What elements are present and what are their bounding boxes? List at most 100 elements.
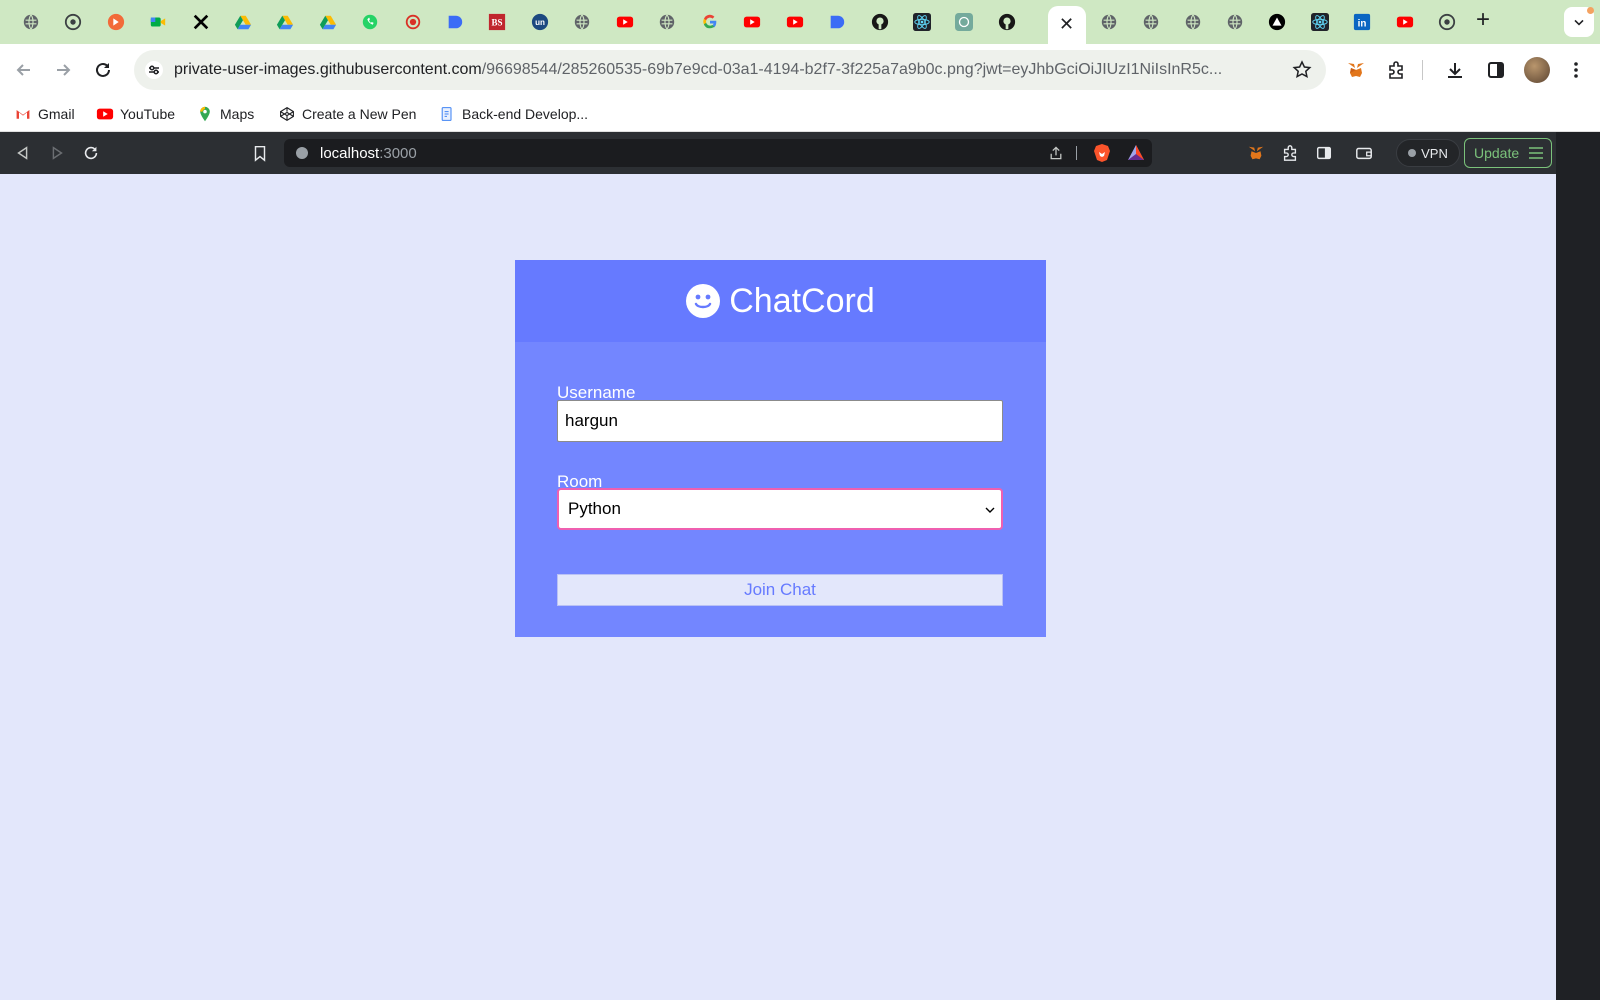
brave-rewards-icon[interactable] [1126, 143, 1146, 163]
react-icon[interactable] [1309, 11, 1331, 33]
share-icon[interactable] [1048, 145, 1064, 161]
window-edge [1556, 132, 1600, 1000]
forward-button[interactable] [51, 58, 75, 82]
vpn-button[interactable]: VPN [1396, 139, 1460, 167]
svg-text:in: in [1358, 19, 1367, 30]
linkedin-icon[interactable]: in [1351, 11, 1373, 33]
metamask-extension-icon[interactable] [1344, 58, 1368, 82]
gmail-icon [14, 105, 32, 123]
globe-icon[interactable] [1140, 11, 1162, 33]
wallet-icon[interactable] [1354, 143, 1374, 163]
side-panel-icon[interactable] [1484, 58, 1508, 82]
globe-icon[interactable] [1224, 11, 1246, 33]
sidebar-icon[interactable] [1314, 143, 1334, 163]
url-host: private-user-images.githubusercontent.co… [174, 61, 482, 78]
brave-shields-icon[interactable] [1092, 143, 1112, 163]
blue-app-icon[interactable] [444, 11, 466, 33]
svg-text:BS: BS [491, 18, 502, 28]
svg-text:un: un [535, 18, 545, 27]
inner-url-port: :3000 [379, 145, 417, 162]
bookmark-star-icon[interactable] [1292, 60, 1312, 80]
update-button[interactable]: Update [1464, 138, 1552, 168]
chrome-icon[interactable] [1436, 11, 1458, 33]
vpn-label: VPN [1421, 145, 1448, 161]
url-divider [1076, 146, 1077, 160]
x-icon[interactable] [190, 11, 212, 33]
reload-button[interactable] [81, 143, 101, 163]
bookmark-codepen[interactable]: Create a New Pen [278, 104, 416, 124]
bs-icon[interactable]: BS [486, 11, 508, 33]
inner-address-bar[interactable]: localhost:3000 [284, 139, 1152, 167]
menu-kebab-icon[interactable] [1564, 58, 1588, 82]
notification-dot [1587, 7, 1594, 14]
google-icon[interactable] [699, 11, 721, 33]
hamburger-menu-icon [1529, 147, 1543, 159]
chatgpt-icon[interactable] [953, 11, 975, 33]
drive-icon[interactable] [232, 11, 254, 33]
bookmark-backend[interactable]: Back-end Develop... [438, 104, 588, 124]
globe-icon[interactable] [20, 11, 42, 33]
reload-icon [84, 146, 98, 160]
update-label: Update [1474, 145, 1520, 161]
bookmark-button[interactable] [250, 143, 270, 163]
browser-toolbar: private-user-images.githubusercontent.co… [0, 44, 1600, 96]
smiley-icon [686, 284, 721, 318]
whatsapp-icon[interactable] [359, 11, 381, 33]
bookmark-youtube[interactable]: YouTube [96, 104, 175, 124]
drive-icon[interactable] [274, 11, 296, 33]
address-bar[interactable]: private-user-images.githubusercontent.co… [134, 50, 1326, 90]
drive-icon[interactable] [317, 11, 339, 33]
bookmark-maps[interactable]: Maps [196, 104, 254, 124]
username-input[interactable]: hargun [557, 400, 1003, 442]
bookmark-gmail[interactable]: Gmail [14, 104, 75, 124]
triangle-right-icon [52, 146, 63, 160]
react-icon[interactable] [911, 11, 933, 33]
new-tab-button[interactable]: + [1476, 8, 1490, 32]
record-icon[interactable] [402, 11, 424, 33]
triangle-left-icon [17, 146, 28, 160]
vercel-icon[interactable] [1266, 11, 1288, 33]
globe-icon[interactable] [571, 11, 593, 33]
active-tab[interactable]: ✕ [1048, 6, 1086, 44]
join-chat-button[interactable]: Join Chat [557, 574, 1003, 606]
downloads-icon[interactable] [1443, 58, 1467, 82]
reload-icon [96, 62, 110, 77]
url-text: private-user-images.githubusercontent.co… [174, 61, 1284, 79]
extensions-icon[interactable] [1280, 143, 1300, 163]
globe-icon[interactable] [1182, 11, 1204, 33]
join-card: ChatCord Username hargun Room Python Joi… [515, 260, 1046, 637]
inner-url-host: localhost [320, 145, 380, 162]
close-tab-icon[interactable]: ✕ [1059, 15, 1074, 33]
site-info-icon[interactable] [296, 147, 308, 159]
reload-button[interactable] [91, 58, 115, 82]
page-content: ChatCord Username hargun Room Python Joi… [0, 174, 1556, 1000]
profile-avatar[interactable] [1524, 57, 1550, 83]
forward-button[interactable] [47, 143, 67, 163]
bookmark-icon [254, 145, 266, 162]
back-button[interactable] [13, 143, 33, 163]
github-icon[interactable] [869, 11, 891, 33]
meet-icon[interactable] [147, 11, 169, 33]
room-select[interactable]: Python [557, 488, 1003, 530]
globe-icon[interactable] [1098, 11, 1120, 33]
youtube-icon[interactable] [614, 11, 636, 33]
inner-browser-toolbar: localhost:3000 VPN Update [0, 132, 1556, 174]
bookmarks-bar: Gmail YouTube Maps Create a New Pen Back… [0, 96, 1600, 132]
site-settings-icon[interactable] [144, 60, 164, 80]
tab-search-button[interactable] [1564, 7, 1594, 37]
github-icon[interactable] [996, 11, 1018, 33]
back-button[interactable] [12, 58, 36, 82]
codepen-icon [278, 105, 296, 123]
chrome-icon[interactable] [62, 11, 84, 33]
toolbar-separator [1422, 60, 1423, 80]
metamask-extension-icon[interactable] [1246, 143, 1266, 163]
extensions-icon[interactable] [1384, 58, 1408, 82]
blue-app-icon[interactable] [826, 11, 848, 33]
globe-icon[interactable] [656, 11, 678, 33]
youtube-icon[interactable] [784, 11, 806, 33]
youtube-icon[interactable] [1394, 11, 1416, 33]
youtube-icon[interactable] [741, 11, 763, 33]
orange-app-icon[interactable] [105, 11, 127, 33]
chevron-down-icon [1574, 19, 1584, 26]
unstop-icon[interactable]: un [529, 11, 551, 33]
